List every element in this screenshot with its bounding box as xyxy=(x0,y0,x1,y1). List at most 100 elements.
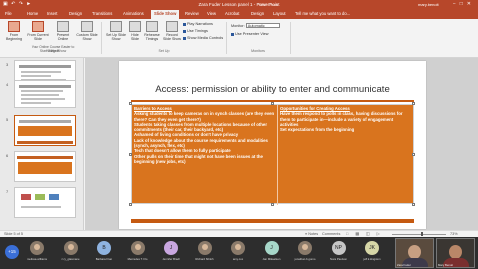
thumb-image xyxy=(35,194,45,200)
opportunities-column[interactable]: Opportunities for Creating Access Have t… xyxy=(278,105,413,205)
slide-thumbnail-selected[interactable] xyxy=(14,115,76,146)
participant-name: Nora Paulson xyxy=(330,258,347,261)
participant-tile[interactable]: JK jeff.k.kingston xyxy=(359,241,385,267)
window-title: Zara Fuder Lesson panel 1 - PowerPoint xyxy=(198,2,280,7)
tooltip-note: Your Online Course Easier to Navigate xyxy=(31,45,75,53)
tab-home[interactable]: Home xyxy=(24,10,41,19)
slide-title[interactable]: Access: permission or ability to enter a… xyxy=(119,84,426,95)
participant-name: z.ry_glasmane xyxy=(61,258,80,261)
slide-thumbnails-pane: 3 4 5 6 7 xyxy=(0,58,84,230)
use-timings-checkbox[interactable]: Use Timings xyxy=(183,29,208,34)
zoom-slider[interactable] xyxy=(392,233,446,235)
play-narrations-checkbox[interactable]: Play Narrations xyxy=(183,22,213,27)
zoom-slider-knob[interactable] xyxy=(421,232,423,236)
window-controls[interactable]: −□✕ xyxy=(453,0,475,9)
set-up-slide-show-button[interactable]: Set Up Slide Show xyxy=(105,21,127,49)
presenter-view-checkbox[interactable]: Use Presenter View xyxy=(231,32,268,37)
participant-tile[interactable]: Mercedes T. Flo xyxy=(125,241,151,267)
participant-name: Barbara Fran xyxy=(95,258,113,261)
barriers-column[interactable]: Barriers to Access Asking students to ke… xyxy=(132,105,277,205)
thumb-line xyxy=(21,90,63,92)
tab-acrobat[interactable]: Acrobat xyxy=(222,10,242,19)
hide-slide-button[interactable]: Hide Slide xyxy=(128,21,142,49)
tell-me-search[interactable]: Tell me what you want to do... xyxy=(292,10,353,19)
opportunity-item: Have them respond to polls in class, hav… xyxy=(280,111,403,127)
resize-handle[interactable] xyxy=(129,153,132,156)
slide-thumbnail[interactable] xyxy=(14,80,76,108)
resize-handle[interactable] xyxy=(271,203,274,206)
custom-slide-show-button[interactable]: Custom Slide Show xyxy=(76,21,98,49)
participant-tile[interactable]: amy.cox xyxy=(225,241,251,267)
avatar-photo xyxy=(30,241,44,255)
monitor-dropdown[interactable]: Automatic xyxy=(245,23,280,28)
thumb-line xyxy=(21,71,61,73)
participant-tile[interactable]: jonathan.b.gomo xyxy=(292,241,318,267)
participant-tile[interactable]: J Jan Mikaelsen xyxy=(259,241,285,267)
avatar-photo xyxy=(197,241,212,255)
resize-handle[interactable] xyxy=(129,203,132,206)
video-tile[interactable]: Zara Fuder xyxy=(395,238,434,268)
participant-tile[interactable]: NP Nora Paulson xyxy=(326,241,352,267)
from-beginning-button[interactable]: From Beginning xyxy=(4,21,24,49)
participant-name: Mercedes T. Flo xyxy=(127,258,148,261)
participant-tile[interactable]: z.ry_glasmane xyxy=(58,241,84,267)
checkbox-icon xyxy=(183,36,186,40)
access-table[interactable]: Barriers to Access Asking students to ke… xyxy=(131,104,414,205)
slide-editor: Access: permission or ability to enter a… xyxy=(85,58,478,230)
participant-count-badge[interactable]: +15 xyxy=(5,245,19,259)
setup-icon xyxy=(110,21,122,32)
barrier-item: Lack of knowledge about the course requi… xyxy=(134,137,268,149)
resize-handle[interactable] xyxy=(412,102,415,105)
slide[interactable]: Access: permission or ability to enter a… xyxy=(119,61,426,229)
slide-thumbnail[interactable] xyxy=(14,187,76,218)
tab-insert[interactable]: Insert xyxy=(44,10,60,19)
tab-animations[interactable]: Animations xyxy=(120,10,147,19)
resize-handle[interactable] xyxy=(129,102,132,105)
thumbnail-row: 7 xyxy=(0,187,83,219)
checkbox-icon xyxy=(183,29,186,33)
show-media-controls-checkbox[interactable]: Show Media Controls xyxy=(183,36,223,41)
tab-table-design[interactable]: Design xyxy=(248,10,267,19)
participant-tile[interactable]: melissa.williams xyxy=(24,241,50,267)
person-head xyxy=(408,245,421,259)
participant-tile[interactable]: B Barbara Fran xyxy=(91,241,117,267)
ribbon-separator xyxy=(101,22,102,54)
slide-thumbnail[interactable] xyxy=(14,151,76,182)
thumb-title xyxy=(19,85,71,88)
thumb-image xyxy=(49,194,59,200)
rehearse-timings-button[interactable]: Rehearse Timings xyxy=(142,21,162,49)
thumb-line xyxy=(21,75,51,77)
thumb-title xyxy=(19,65,71,68)
barrier-item: Asking students to keep cameras on in sy… xyxy=(134,111,275,122)
meeting-participant-strip: +15 melissa.williams z.ry_glasmane B Barbar… xyxy=(0,237,478,269)
participant-tile[interactable]: Richard Shiloh xyxy=(192,241,218,267)
tab-transitions[interactable]: Transitions xyxy=(89,10,115,19)
checkbox-icon xyxy=(231,32,234,36)
present-online-icon xyxy=(57,21,69,32)
record-slide-show-button[interactable]: Record Slide Show xyxy=(163,21,181,49)
tab-design[interactable]: Design xyxy=(66,10,85,19)
thumbnail-number: 4 xyxy=(6,82,9,87)
resize-handle[interactable] xyxy=(412,203,415,206)
thumb-table xyxy=(18,126,72,136)
tab-review[interactable]: Review xyxy=(182,10,202,19)
user-name[interactable]: mary.benoit xyxy=(418,1,439,8)
ribbon-separator xyxy=(290,22,291,54)
tab-file[interactable]: File xyxy=(2,10,15,19)
tab-table-layout[interactable]: Layout xyxy=(270,10,289,19)
avatar-initials: NP xyxy=(331,241,346,255)
slideshow-current-icon xyxy=(32,21,44,32)
thumbnail-number: 7 xyxy=(6,189,9,194)
resize-handle[interactable] xyxy=(271,102,274,105)
powerpoint-window: ▣ ↶ ↷ ► Zara Fuder Lesson panel 1 - Powe… xyxy=(0,0,478,237)
tab-slide-show[interactable]: Slide Show xyxy=(151,10,180,19)
video-tile[interactable]: Mary Benoit xyxy=(436,238,475,268)
participant-tile[interactable]: J Jennifer Bradl xyxy=(158,241,184,267)
thumb-bar xyxy=(17,141,73,144)
table-tools-label: Table Tools xyxy=(258,2,278,7)
title-bar: ▣ ↶ ↷ ► Zara Fuder Lesson panel 1 - Powe… xyxy=(0,0,478,9)
resize-handle[interactable] xyxy=(412,153,415,156)
tab-view[interactable]: View xyxy=(204,10,219,19)
stopwatch-icon xyxy=(146,21,158,32)
participant-name: amy.cox xyxy=(232,258,244,261)
